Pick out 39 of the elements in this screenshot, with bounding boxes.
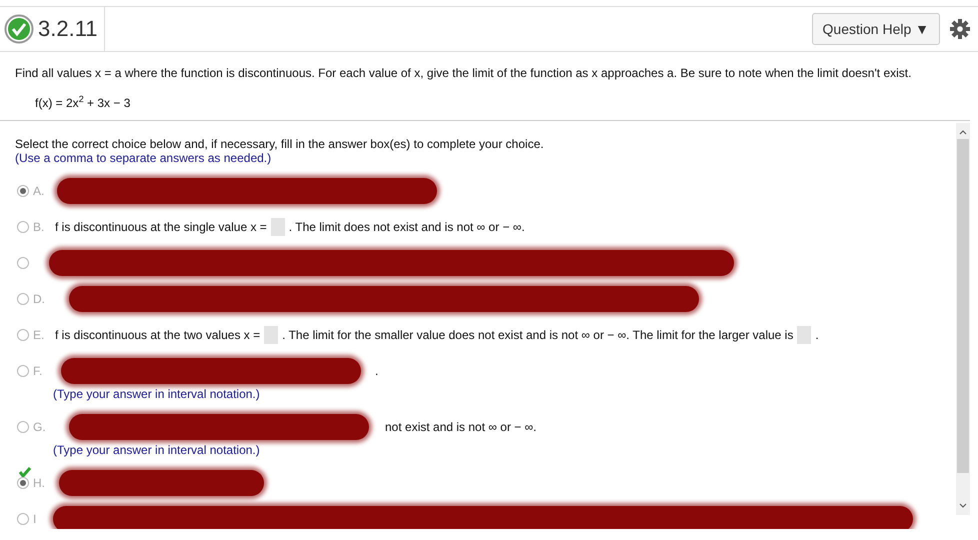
answer-box[interactable] bbox=[270, 218, 285, 236]
radio-button[interactable] bbox=[17, 329, 29, 341]
choice-letter: B. bbox=[32, 220, 46, 234]
question-number: 3.2.11 bbox=[34, 7, 105, 51]
choice-text: . bbox=[815, 328, 819, 342]
choice-text: f is discontinuous at the two values x = bbox=[55, 328, 260, 342]
choice-letter: E. bbox=[32, 328, 46, 342]
hint-text: (Use a comma to separate answers as needed.) bbox=[15, 151, 272, 165]
answer-box[interactable] bbox=[264, 326, 278, 344]
choice-letter: I bbox=[32, 512, 38, 526]
function-formula: f(x) = 2x$^{2}$ + 3x − 3 bbox=[35, 96, 130, 110]
choice-letter: F. bbox=[32, 364, 44, 378]
choice-text: . The limit does not exist and is not ∞ or − ∞. bbox=[288, 220, 525, 234]
choice-text: f is discontinuous at the single value x = bbox=[55, 220, 267, 234]
radio-button[interactable] bbox=[17, 257, 29, 269]
choice-letter: A. bbox=[32, 184, 46, 198]
radio-button[interactable] bbox=[17, 513, 29, 525]
question-help-button[interactable]: Question Help ▼ bbox=[812, 13, 940, 45]
choice-letter: H. bbox=[32, 476, 46, 490]
radio-button[interactable] bbox=[17, 477, 29, 489]
hint-text: (Type your answer in interval notation.) bbox=[53, 387, 261, 401]
radio-button[interactable] bbox=[17, 185, 29, 197]
choice-letter: D. bbox=[32, 292, 46, 306]
scroll-up-icon[interactable] bbox=[959, 129, 967, 135]
settings-icon[interactable] bbox=[950, 19, 970, 39]
radio-button[interactable] bbox=[17, 365, 29, 377]
check-circle-icon bbox=[4, 14, 34, 44]
radio-button[interactable] bbox=[17, 421, 29, 433]
radio-button[interactable] bbox=[17, 221, 29, 233]
radio-button[interactable] bbox=[17, 293, 29, 305]
choice-text: . bbox=[375, 364, 378, 378]
choice-text: not exist and is not ∞ or − ∞. bbox=[385, 420, 537, 434]
scroll-down-icon[interactable] bbox=[959, 503, 967, 509]
choice-letter: G. bbox=[32, 420, 47, 434]
choice-text: . The limit for the smaller value does not exist and is not ∞ or − ∞. The limit for the larger value is bbox=[282, 328, 794, 342]
answer-box[interactable] bbox=[797, 326, 812, 344]
question-text: Find all values x = a where the function is discontinuous. For each value of x, give the limit of the function as x approaches a. Be sure to note when the limit doesn't exist. bbox=[15, 66, 912, 80]
hint-text: (Type your answer in interval notation.) bbox=[53, 443, 261, 457]
instruction-text: Select the correct choice below and, if necessary, fill in the answer box(es) to complete your choice. bbox=[15, 137, 545, 151]
